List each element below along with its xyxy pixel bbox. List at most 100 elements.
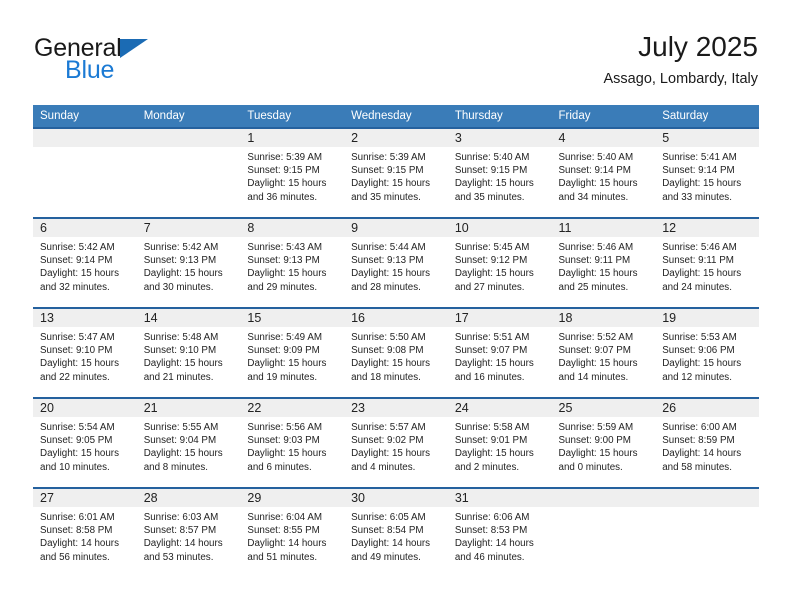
calendar-week-row: 1 Sunrise: 5:39 AM Sunset: 9:15 PM Daylight…: [33, 127, 759, 218]
day-details: Sunrise: 5:47 AM Sunset: 9:10 PM Daylight:…: [33, 327, 137, 384]
calendar-page: General Blue July 2025 Assago, Lombardy,…: [0, 0, 792, 612]
calendar-day-cell[interactable]: 7 Sunrise: 5:42 AM Sunset: 9:13 PM Daylight…: [136, 217, 241, 308]
sunset-text: Sunset: 9:14 PM: [662, 165, 735, 177]
day-number: 19: [655, 309, 759, 327]
calendar-day-cell[interactable]: 5 Sunrise: 5:41 AM Sunset: 9:14 PM Daylight…: [655, 127, 759, 218]
sunset-text: Sunset: 9:13 PM: [143, 255, 217, 267]
daylight-text: Daylight: 15 hours and 21 minutes.: [143, 358, 223, 383]
daylight-text: Daylight: 14 hours and 53 minutes.: [143, 538, 223, 563]
day-details: Sunrise: 5:54 AM Sunset: 9:05 PM Daylight:…: [33, 417, 137, 474]
day-number: [136, 129, 241, 147]
sunset-text: Sunset: 9:07 PM: [454, 345, 528, 357]
daylight-text: Daylight: 15 hours and 19 minutes.: [247, 358, 327, 383]
sunset-text: Sunset: 9:04 PM: [143, 435, 217, 447]
calendar-week-row: 6 Sunrise: 5:42 AM Sunset: 9:14 PM Daylight…: [33, 217, 759, 308]
calendar-day-cell[interactable]: 10 Sunrise: 5:45 AM Sunset: 9:12 PM Dayligh…: [447, 217, 552, 308]
day-number: 23: [344, 399, 448, 417]
sunset-text: Sunset: 9:00 PM: [558, 435, 631, 447]
sunset-text: Sunset: 9:05 PM: [40, 435, 113, 447]
calendar-day-cell[interactable]: 27 Sunrise: 6:01 AM Sunset: 8:58 PM Dayligh…: [33, 487, 137, 578]
calendar-day-cell[interactable]: 26 Sunrise: 6:00 AM Sunset: 8:59 PM Dayligh…: [655, 397, 759, 488]
calendar-day-cell[interactable]: 17 Sunrise: 5:51 AM Sunset: 9:07 PM Dayligh…: [447, 307, 552, 398]
calendar-day-cell[interactable]: 4 Sunrise: 5:40 AM Sunset: 9:14 PM Daylight…: [551, 127, 656, 218]
sunset-text: Sunset: 8:57 PM: [143, 525, 217, 537]
weekday-header-friday: Friday: [551, 105, 656, 128]
weekday-header-monday: Monday: [136, 105, 241, 128]
day-details: Sunrise: 5:39 AM Sunset: 9:15 PM Daylight:…: [344, 147, 448, 204]
day-details: Sunrise: 5:49 AM Sunset: 9:09 PM Daylight:…: [240, 327, 344, 384]
sunrise-text: Sunrise: 5:55 AM: [143, 422, 219, 433]
daylight-text: Daylight: 15 hours and 22 minutes.: [40, 358, 119, 383]
calendar-day-cell[interactable]: 13 Sunrise: 5:47 AM Sunset: 9:10 PM Dayligh…: [33, 307, 137, 398]
calendar-day-cell[interactable]: 29 Sunrise: 6:04 AM Sunset: 8:55 PM Dayligh…: [240, 487, 345, 578]
day-number: [33, 129, 137, 147]
day-details: Sunrise: 5:42 AM Sunset: 9:14 PM Daylight:…: [33, 237, 137, 294]
daylight-text: Daylight: 14 hours and 56 minutes.: [40, 538, 119, 563]
day-number: 26: [655, 399, 759, 417]
day-number: 5: [655, 129, 759, 147]
day-details: Sunrise: 5:40 AM Sunset: 9:14 PM Daylight:…: [552, 147, 656, 204]
day-number: 22: [240, 399, 345, 417]
day-details: Sunrise: 5:48 AM Sunset: 9:10 PM Daylight:…: [137, 327, 241, 384]
day-number: 6: [33, 219, 137, 237]
calendar-day-cell[interactable]: 9 Sunrise: 5:44 AM Sunset: 9:13 PM Daylight…: [344, 217, 448, 308]
daylight-text: Daylight: 15 hours and 10 minutes.: [40, 448, 119, 473]
day-number: 18: [551, 309, 656, 327]
sunrise-text: Sunrise: 5:40 AM: [558, 152, 634, 163]
calendar-day-cell[interactable]: 28 Sunrise: 6:03 AM Sunset: 8:57 PM Dayligh…: [136, 487, 241, 578]
calendar-day-cell[interactable]: 2 Sunrise: 5:39 AM Sunset: 9:15 PM Daylight…: [344, 127, 448, 218]
day-number: 21: [136, 399, 241, 417]
day-number: 14: [136, 309, 241, 327]
sunset-text: Sunset: 9:13 PM: [351, 255, 424, 267]
daylight-text: Daylight: 15 hours and 8 minutes.: [143, 448, 223, 473]
sunset-text: Sunset: 9:15 PM: [454, 165, 528, 177]
day-number: 4: [551, 129, 656, 147]
calendar-day-cell[interactable]: 20 Sunrise: 5:54 AM Sunset: 9:05 PM Dayligh…: [33, 397, 137, 488]
daylight-text: Daylight: 15 hours and 27 minutes.: [454, 268, 534, 293]
sunrise-text: Sunrise: 5:58 AM: [454, 422, 530, 433]
calendar-empty-cell: [33, 127, 137, 218]
day-number: 3: [447, 129, 552, 147]
day-number: 20: [33, 399, 137, 417]
sunset-text: Sunset: 9:09 PM: [247, 345, 320, 357]
sunset-text: Sunset: 9:15 PM: [247, 165, 320, 177]
calendar-empty-cell: [551, 487, 656, 578]
calendar-day-cell[interactable]: 11 Sunrise: 5:46 AM Sunset: 9:11 PM Dayligh…: [551, 217, 656, 308]
calendar-day-cell[interactable]: 15 Sunrise: 5:49 AM Sunset: 9:09 PM Dayligh…: [240, 307, 345, 398]
day-number: 16: [344, 309, 448, 327]
calendar-day-cell[interactable]: 21 Sunrise: 5:55 AM Sunset: 9:04 PM Dayligh…: [136, 397, 241, 488]
calendar-day-cell[interactable]: 14 Sunrise: 5:48 AM Sunset: 9:10 PM Dayligh…: [136, 307, 241, 398]
day-details: Sunrise: 5:52 AM Sunset: 9:07 PM Daylight:…: [552, 327, 656, 384]
calendar-day-cell[interactable]: 3 Sunrise: 5:40 AM Sunset: 9:15 PM Daylight…: [447, 127, 552, 218]
sunset-text: Sunset: 8:58 PM: [40, 525, 113, 537]
calendar-day-cell[interactable]: 22 Sunrise: 5:56 AM Sunset: 9:03 PM Dayligh…: [240, 397, 345, 488]
daylight-text: Daylight: 14 hours and 51 minutes.: [247, 538, 327, 563]
daylight-text: Daylight: 15 hours and 32 minutes.: [40, 268, 119, 293]
calendar-day-cell[interactable]: 30 Sunrise: 6:05 AM Sunset: 8:54 PM Dayligh…: [344, 487, 448, 578]
day-number: 7: [136, 219, 241, 237]
day-details: Sunrise: 5:55 AM Sunset: 9:04 PM Daylight:…: [137, 417, 241, 474]
calendar-day-cell[interactable]: 18 Sunrise: 5:52 AM Sunset: 9:07 PM Dayligh…: [551, 307, 656, 398]
calendar-day-cell[interactable]: 19 Sunrise: 5:53 AM Sunset: 9:06 PM Dayligh…: [655, 307, 759, 398]
calendar-body: 1 Sunrise: 5:39 AM Sunset: 9:15 PM Daylight…: [33, 127, 759, 578]
daylight-text: Daylight: 15 hours and 29 minutes.: [247, 268, 327, 293]
calendar-day-cell[interactable]: 31 Sunrise: 6:06 AM Sunset: 8:53 PM Dayligh…: [447, 487, 552, 578]
day-details: Sunrise: 6:01 AM Sunset: 8:58 PM Daylight:…: [33, 507, 137, 564]
sunrise-text: Sunrise: 5:59 AM: [558, 422, 634, 433]
sunrise-text: Sunrise: 5:57 AM: [351, 422, 426, 433]
calendar-day-cell[interactable]: 12 Sunrise: 5:46 AM Sunset: 9:11 PM Dayligh…: [655, 217, 759, 308]
calendar-day-cell[interactable]: 25 Sunrise: 5:59 AM Sunset: 9:00 PM Dayligh…: [551, 397, 656, 488]
sunrise-text: Sunrise: 6:06 AM: [454, 512, 530, 523]
calendar-day-cell[interactable]: 1 Sunrise: 5:39 AM Sunset: 9:15 PM Daylight…: [240, 127, 345, 218]
weekday-header-wednesday: Wednesday: [344, 105, 448, 128]
sunset-text: Sunset: 8:53 PM: [454, 525, 528, 537]
calendar-day-cell[interactable]: 8 Sunrise: 5:43 AM Sunset: 9:13 PM Daylight…: [240, 217, 345, 308]
calendar-day-cell[interactable]: 24 Sunrise: 5:58 AM Sunset: 9:01 PM Dayligh…: [447, 397, 552, 488]
calendar-day-cell[interactable]: 16 Sunrise: 5:50 AM Sunset: 9:08 PM Dayligh…: [344, 307, 448, 398]
sunrise-text: Sunrise: 6:05 AM: [351, 512, 426, 523]
calendar-day-cell[interactable]: 23 Sunrise: 5:57 AM Sunset: 9:02 PM Dayligh…: [344, 397, 448, 488]
daylight-text: Daylight: 15 hours and 28 minutes.: [351, 268, 431, 293]
sunset-text: Sunset: 9:10 PM: [143, 345, 217, 357]
calendar-day-cell[interactable]: 6 Sunrise: 5:42 AM Sunset: 9:14 PM Daylight…: [33, 217, 137, 308]
day-details: Sunrise: 6:00 AM Sunset: 8:59 PM Daylight:…: [655, 417, 759, 474]
